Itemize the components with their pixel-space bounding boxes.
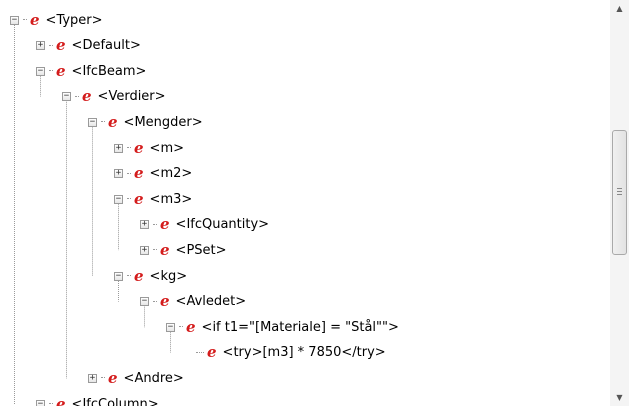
collapse-icon[interactable]: − (88, 117, 97, 127)
tree-connector (101, 377, 105, 379)
collapse-icon[interactable]: − (140, 297, 149, 307)
tree-node-label: <kg> (149, 268, 188, 284)
element-e-icon: e (108, 112, 118, 131)
collapse-icon[interactable]: − (114, 194, 123, 204)
tree-node-label: <Avledet> (175, 294, 247, 310)
tree-node[interactable]: + e <IfcQuantity> (140, 215, 269, 235)
element-e-icon: e (134, 189, 144, 208)
tree-node-label: <PSet> (175, 242, 227, 258)
element-e-icon: e (160, 215, 170, 234)
xml-tree-view[interactable]: − e <Typer> + e <Default> − e <IfcBeam> − e <Verdie… (0, 0, 610, 406)
element-e-icon: e (30, 10, 40, 29)
tree-leaf-connector (196, 351, 204, 354)
element-e-icon: e (134, 164, 144, 183)
tree-node[interactable]: + e <m2> (114, 164, 192, 184)
element-e-icon: e (56, 394, 66, 406)
element-e-icon: e (134, 138, 144, 157)
element-e-icon: e (186, 317, 196, 336)
tree-connector (49, 403, 53, 405)
tree-node-label: <Andre> (123, 370, 184, 386)
element-e-icon: e (134, 266, 144, 285)
scroll-down-arrow-icon[interactable]: ▼ (610, 389, 629, 406)
expand-icon[interactable]: + (140, 220, 149, 230)
tree-node[interactable]: − e <IfcColumn> (36, 394, 159, 406)
tree-connector (127, 275, 131, 277)
tree-node-label: <m2> (149, 166, 193, 182)
collapse-icon[interactable]: − (114, 271, 123, 281)
tree-connector (75, 95, 79, 98)
element-e-icon: e (56, 36, 66, 55)
tree-connector (153, 249, 157, 251)
tree-connector (127, 198, 131, 200)
tree-node[interactable]: + e <Andre> (88, 368, 184, 388)
tree-connector (23, 19, 27, 21)
tree-connector (49, 70, 53, 72)
tree-node[interactable]: − e <if t1="[Materiale] = "Stål""> (166, 317, 399, 337)
tree-node[interactable]: − e <IfcBeam> (36, 61, 146, 81)
expand-icon[interactable]: + (36, 41, 45, 51)
tree-connector (127, 172, 131, 175)
tree-node-label: <m3> (149, 191, 193, 207)
tree-connector (179, 326, 183, 328)
tree-node-label: <m> (149, 140, 184, 156)
vertical-scrollbar[interactable]: ▲ ▼ (610, 0, 629, 406)
tree-node[interactable]: + e <Default> (36, 36, 141, 56)
collapse-icon[interactable]: − (62, 92, 71, 102)
scroll-up-arrow-icon[interactable]: ▲ (610, 0, 629, 17)
collapse-icon[interactable]: − (36, 399, 45, 406)
tree-node[interactable]: − e <m3> (114, 189, 192, 209)
tree-node-label: <try>[m3] * 7850</try> (222, 345, 386, 361)
tree-node-label: <Typer> (45, 12, 103, 28)
element-e-icon: e (207, 343, 217, 362)
element-e-icon: e (160, 240, 170, 259)
element-e-icon: e (82, 87, 92, 106)
expand-icon[interactable]: + (114, 169, 123, 179)
collapse-icon[interactable]: − (36, 66, 45, 76)
tree-node[interactable]: e <try>[m3] * 7850</try> (192, 343, 386, 363)
tree-node[interactable]: − e <Avledet> (140, 292, 246, 312)
tree-node-label: <Mengder> (123, 114, 203, 130)
expand-icon[interactable]: + (114, 143, 123, 153)
tree-node-label: <IfcBeam> (71, 63, 147, 79)
tree-node-label: <IfcColumn> (71, 396, 159, 406)
collapse-icon[interactable]: − (10, 15, 19, 25)
tree-connector (49, 44, 53, 47)
tree-connector (127, 147, 131, 149)
tree-node-label: <IfcQuantity> (175, 217, 270, 233)
expand-icon[interactable]: + (140, 245, 149, 255)
tree-node[interactable]: + e <PSet> (140, 240, 227, 260)
element-e-icon: e (160, 292, 170, 311)
tree-connector (153, 300, 157, 303)
expand-icon[interactable]: + (88, 373, 97, 383)
tree-node[interactable]: − e <Verdier> (62, 87, 166, 107)
scrollbar-thumb[interactable] (612, 130, 627, 255)
tree-node-label: <if t1="[Materiale] = "Stål""> (201, 319, 399, 335)
element-e-icon: e (56, 61, 66, 80)
tree-node[interactable]: − e <Typer> (10, 10, 103, 30)
tree-node[interactable]: − e <Mengder> (88, 112, 203, 132)
tree-connector (153, 223, 157, 226)
collapse-icon[interactable]: − (166, 322, 175, 332)
tree-connector (101, 121, 105, 123)
tree-node[interactable]: + e <m> (114, 138, 184, 158)
tree-node[interactable]: − e <kg> (114, 266, 187, 286)
tree-node-label: <Default> (71, 38, 141, 54)
tree-node-label: <Verdier> (97, 89, 166, 105)
element-e-icon: e (108, 368, 118, 387)
